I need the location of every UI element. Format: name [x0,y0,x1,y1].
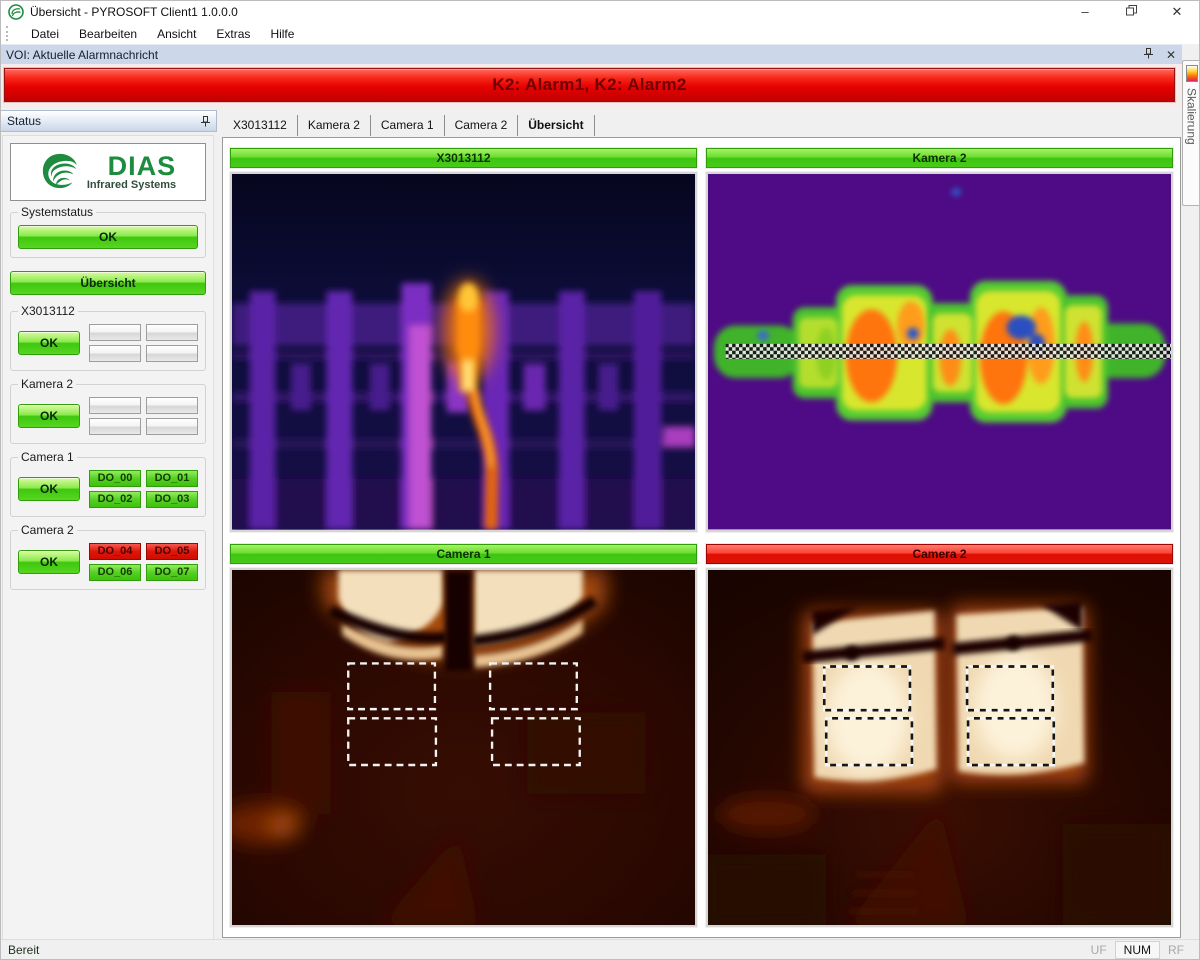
camera-panel-x3013112: X3013112 [230,148,697,532]
thermal-image-busbars [232,174,695,530]
statusbar-ready-text: Bereit [0,943,39,957]
group-x3013112-label: X3013112 [18,304,78,318]
io-status-box [89,418,141,435]
camera-view-camera-2[interactable] [706,568,1173,928]
indicator-num: NUM [1115,941,1160,959]
title-bar: Übersicht - PYROSOFT Client1 1.0.0.0 – ✕ [0,0,1200,23]
alarm-banner: K2: Alarm1, K2: Alarm2 [4,68,1175,102]
camera-tabstrip: X3013112 Kamera 2 Camera 1 Camera 2 Über… [223,115,595,136]
status-sidebar: Status DIAS Infrared Systems Systemstatu… [0,110,217,940]
sidebar-header: Status [0,110,217,132]
systemstatus-label: Systemstatus [18,205,96,219]
camera-2-ok-button[interactable]: OK [18,550,80,574]
io-status-box [146,324,198,341]
voi-panel-title: VOI: Aktuelle Alarmnachricht [6,48,158,62]
voi-panel-header: VOI: Aktuelle Alarmnachricht ✕ [0,44,1182,64]
camera-1-ok-button[interactable]: OK [18,477,80,501]
do-output-button[interactable]: DO_03 [146,491,198,508]
io-status-box [89,345,141,362]
tab-uebersicht[interactable]: Übersicht [518,115,594,136]
menu-bar: Datei Bearbeiten Ansicht Extras Hilfe [0,23,1200,45]
sidebar-body: DIAS Infrared Systems Systemstatus OK Üb… [2,135,214,940]
alarm-message: K2: Alarm1, K2: Alarm2 [492,75,686,95]
systemstatus-ok-button[interactable]: OK [18,225,198,249]
dias-subtitle-text: Infrared Systems [87,179,176,191]
menu-bearbeiten[interactable]: Bearbeiten [69,25,147,43]
colorbar-icon [1186,65,1198,82]
do-output-button[interactable]: DO_00 [89,470,141,487]
panel-header-camera-2[interactable]: Camera 2 [706,544,1173,564]
window-title: Übersicht - PYROSOFT Client1 1.0.0.0 [30,5,238,19]
thermal-image-windows-bright [708,570,1171,926]
io-status-box [146,397,198,414]
group-camera-1-label: Camera 1 [18,450,77,464]
group-camera-1: Camera 1 OK DO_00 DO_01 DO_02 DO_03 [10,457,206,517]
panel-header-x3013112[interactable]: X3013112 [230,148,697,168]
camera-view-kamera-2[interactable] [706,172,1173,532]
camera-panel-camera-2: Camera 2 [706,544,1173,928]
tab-x3013112[interactable]: X3013112 [223,115,298,136]
do-output-button[interactable]: DO_04 [89,543,141,560]
menu-ansicht[interactable]: Ansicht [147,25,206,43]
panel-header-kamera-2[interactable]: Kamera 2 [706,148,1173,168]
io-status-box [89,397,141,414]
sidebar-pin-icon[interactable] [200,116,211,127]
tab-skalierung[interactable]: Skalierung [1182,60,1200,206]
maximize-button[interactable] [1108,0,1154,23]
restore-icon [1126,4,1137,19]
indicator-rf: RF [1160,942,1192,958]
tab-camera-2[interactable]: Camera 2 [445,115,519,136]
do-output-button[interactable]: DO_01 [146,470,198,487]
do-output-button[interactable]: DO_06 [89,564,141,581]
systemstatus-group: Systemstatus OK [10,212,206,258]
tab-camera-1[interactable]: Camera 1 [371,115,445,136]
dias-brand-text: DIAS [108,154,177,179]
panel-header-camera-1[interactable]: Camera 1 [230,544,697,564]
indicator-uf: UF [1083,942,1115,958]
camera-panel-kamera-2: Kamera 2 [706,148,1173,532]
io-status-box [89,324,141,341]
main-area: X3013112 Kamera 2 Camera 1 Camera 2 Über… [220,110,1181,940]
io-status-box [146,418,198,435]
menu-datei[interactable]: Datei [21,25,69,43]
app-logo-icon [8,4,24,20]
camera-view-x3013112[interactable] [230,172,697,532]
kamera-2-ok-button[interactable]: OK [18,404,80,428]
do-output-button[interactable]: DO_07 [146,564,198,581]
status-bar: Bereit UF NUM RF [0,939,1200,960]
minimize-button[interactable]: – [1062,0,1108,23]
dias-logo: DIAS Infrared Systems [10,143,206,201]
measurement-line [726,344,1171,359]
group-x3013112: X3013112 OK [10,311,206,371]
close-button[interactable]: ✕ [1154,0,1200,23]
camera-panel-camera-1: Camera 1 [230,544,697,928]
dias-logo-mark-icon [40,152,80,193]
toolbar-grip[interactable] [6,26,11,41]
overview-grid: X3013112 [222,137,1181,938]
thermal-image-crankshaft [708,174,1171,530]
tab-kamera-2[interactable]: Kamera 2 [298,115,371,136]
skalierung-label: Skalierung [1185,88,1199,145]
alarm-area: K2: Alarm1, K2: Alarm2 [0,64,1182,108]
close-icon: ✕ [1172,4,1183,20]
camera-view-camera-1[interactable] [230,568,697,928]
pin-icon[interactable] [1143,48,1154,62]
menu-extras[interactable]: Extras [206,25,260,43]
do-output-button[interactable]: DO_02 [89,491,141,508]
sidebar-title: Status [7,114,41,128]
x3013112-ok-button[interactable]: OK [18,331,80,355]
voi-close-icon[interactable]: ✕ [1166,48,1176,62]
group-camera-2-label: Camera 2 [18,523,77,537]
io-status-box [146,345,198,362]
overview-button[interactable]: Übersicht [10,271,206,295]
do-output-button[interactable]: DO_05 [146,543,198,560]
menu-hilfe[interactable]: Hilfe [260,25,304,43]
group-kamera-2-label: Kamera 2 [18,377,76,391]
minimize-icon: – [1081,4,1088,19]
group-kamera-2: Kamera 2 OK [10,384,206,444]
thermal-image-window-dark [232,570,695,926]
group-camera-2: Camera 2 OK DO_04 DO_05 DO_06 DO_07 [10,530,206,590]
